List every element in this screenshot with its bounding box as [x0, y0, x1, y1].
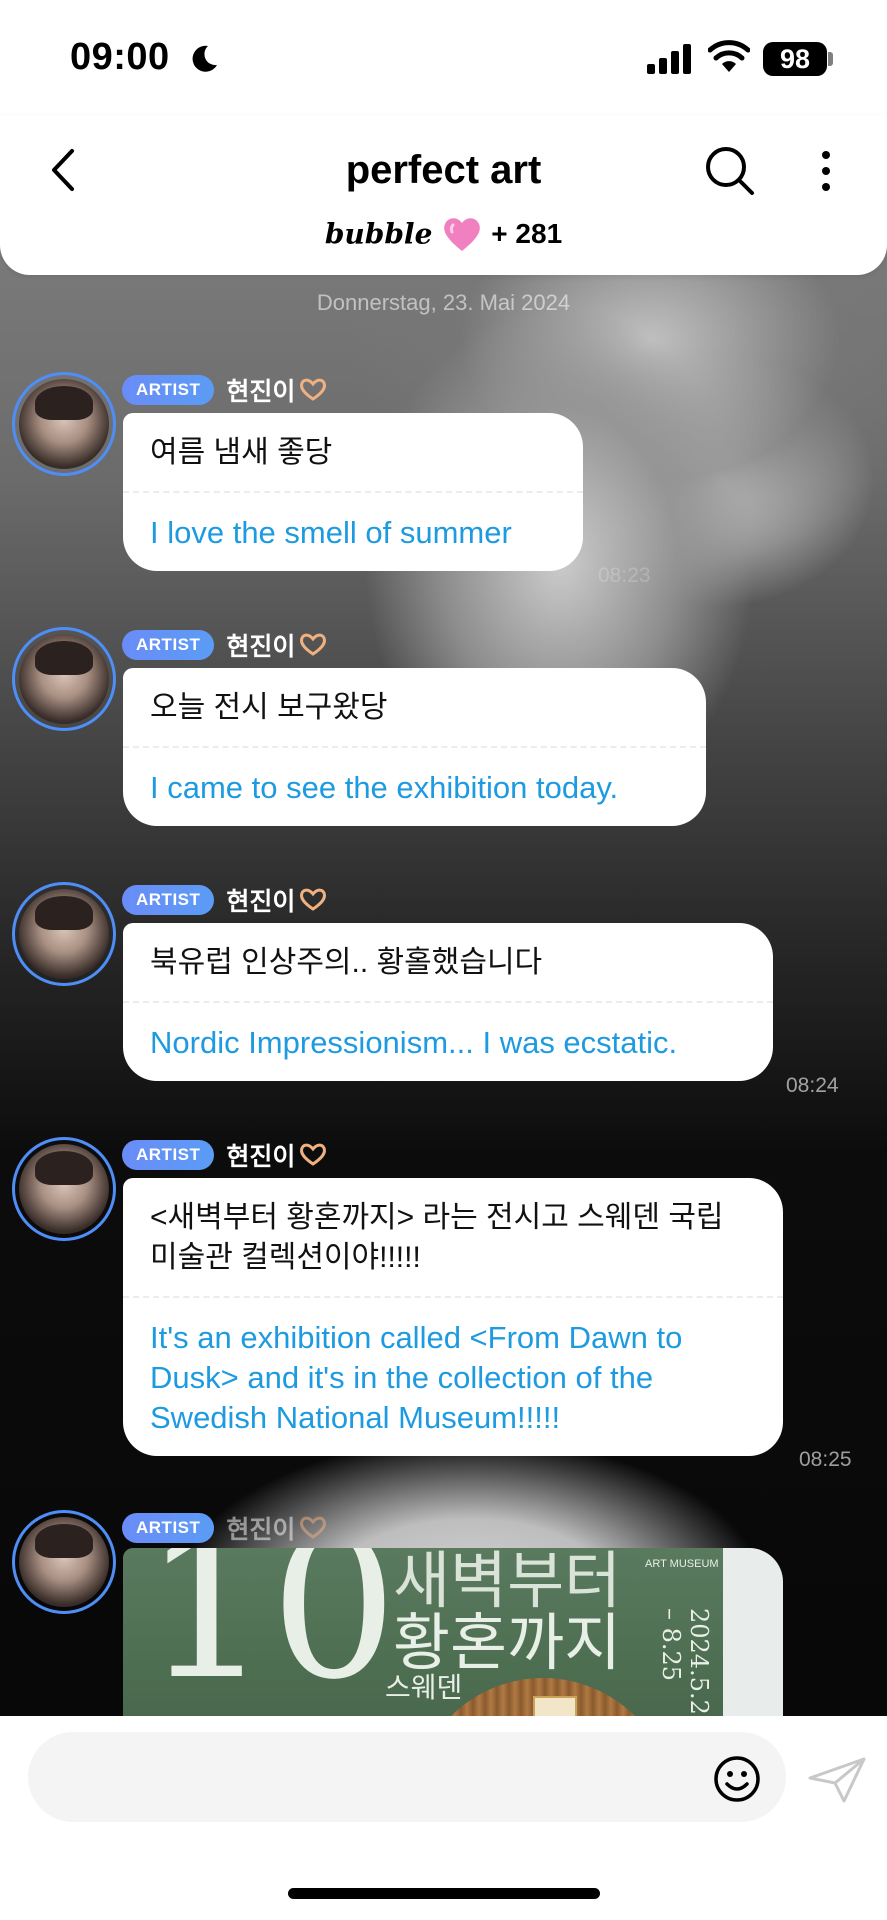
message-time: 08:25	[799, 1448, 852, 1471]
sender-row: ARTIST 현진이	[122, 1511, 328, 1545]
date-separator: Donnerstag, 23. Mai 2024	[316, 290, 571, 315]
subscriber-row: bubble + 281	[0, 215, 887, 261]
artist-badge: ARTIST	[122, 1140, 215, 1170]
wifi-icon	[708, 40, 750, 72]
hands-heart-icon	[300, 888, 327, 911]
status-bar: 09:00 98	[0, 0, 887, 115]
artist-badge: ARTIST	[122, 885, 215, 915]
battery-tip	[828, 52, 833, 66]
sender-row: ARTIST 현진이	[122, 1138, 328, 1172]
sender-name: 현진이	[226, 633, 296, 661]
artist-badge: ARTIST	[122, 630, 215, 660]
subscriber-count: + 281	[491, 218, 563, 249]
avatar[interactable]	[12, 1510, 116, 1614]
sender-name: 현진이	[226, 1143, 296, 1171]
message-bubble[interactable]: 오늘 전시 보구왔당 I came to see the exhibition …	[123, 668, 706, 826]
sender-name: 현진이	[226, 888, 296, 916]
avatar[interactable]	[12, 627, 116, 731]
send-icon[interactable]	[808, 1756, 866, 1804]
artist-badge: ARTIST	[122, 1513, 215, 1543]
search-icon[interactable]	[700, 137, 760, 203]
sender-row: ARTIST 현진이	[122, 883, 328, 917]
sender-name: 현진이	[226, 378, 296, 406]
sender-row: ARTIST 현진이	[122, 628, 328, 662]
sender-name: 현진이	[226, 1516, 296, 1544]
message-input[interactable]	[28, 1732, 786, 1822]
hands-heart-icon	[300, 633, 327, 656]
emoji-icon[interactable]	[712, 1754, 762, 1804]
artist-badge: ARTIST	[122, 375, 215, 405]
more-icon[interactable]	[806, 137, 846, 203]
moon-icon	[192, 45, 217, 72]
hands-heart-icon	[300, 1516, 327, 1539]
message-korean: 여름 냄새 좋당	[150, 436, 333, 469]
avatar[interactable]	[12, 1137, 116, 1241]
message-bubble[interactable]: 여름 냄새 좋당 I love the smell of summer	[123, 413, 583, 571]
avatar[interactable]	[12, 882, 116, 986]
avatar[interactable]	[12, 372, 116, 476]
message-korean: 북유럽 인상주의.. 황홀했습니다	[150, 946, 543, 979]
message-korean: 오늘 전시 보구왔당	[150, 691, 388, 724]
poster-sub: 스웨덴	[385, 1671, 463, 1704]
heart-icon	[444, 218, 480, 251]
poster-museum: ART MUSEUM	[645, 1558, 719, 1570]
poster-number: 10	[143, 1548, 398, 1724]
message-english: I love the smell of summer	[150, 515, 512, 550]
signal-icon	[647, 44, 691, 74]
message-korean: <새벽부터 황혼까지> 라는 전시고 스웨덴 국립 미술관 컬렉션이야!!!!!	[150, 1201, 724, 1274]
message-bubble[interactable]: 북유럽 인상주의.. 황홀했습니다 Nordic Impressionism..…	[123, 923, 773, 1081]
sender-row: ARTIST 현진이	[122, 373, 328, 407]
message-time: 08:24	[786, 1074, 839, 1097]
chat-header: perfect art bubble + 281	[0, 115, 887, 275]
poster-dates: 2024.5.21 – 8.25	[657, 1608, 713, 1731]
message-time: 08:23	[598, 564, 651, 587]
battery-indicator: 98	[763, 42, 827, 76]
hands-heart-icon	[300, 378, 327, 401]
message-english: Nordic Impressionism... I was ecstatic.	[150, 1025, 678, 1060]
back-button[interactable]	[40, 135, 90, 205]
home-indicator	[288, 1888, 600, 1899]
status-time: 09:00	[70, 36, 170, 78]
bubble-logo: bubble	[324, 217, 433, 251]
message-english: It's an exhibition called <From Dawn to …	[150, 1320, 683, 1435]
message-english: I came to see the exhibition today.	[150, 770, 619, 805]
hands-heart-icon	[300, 1143, 327, 1166]
message-bubble[interactable]: <새벽부터 황혼까지> 라는 전시고 스웨덴 국립 미술관 컬렉션이야!!!!!…	[123, 1178, 783, 1456]
